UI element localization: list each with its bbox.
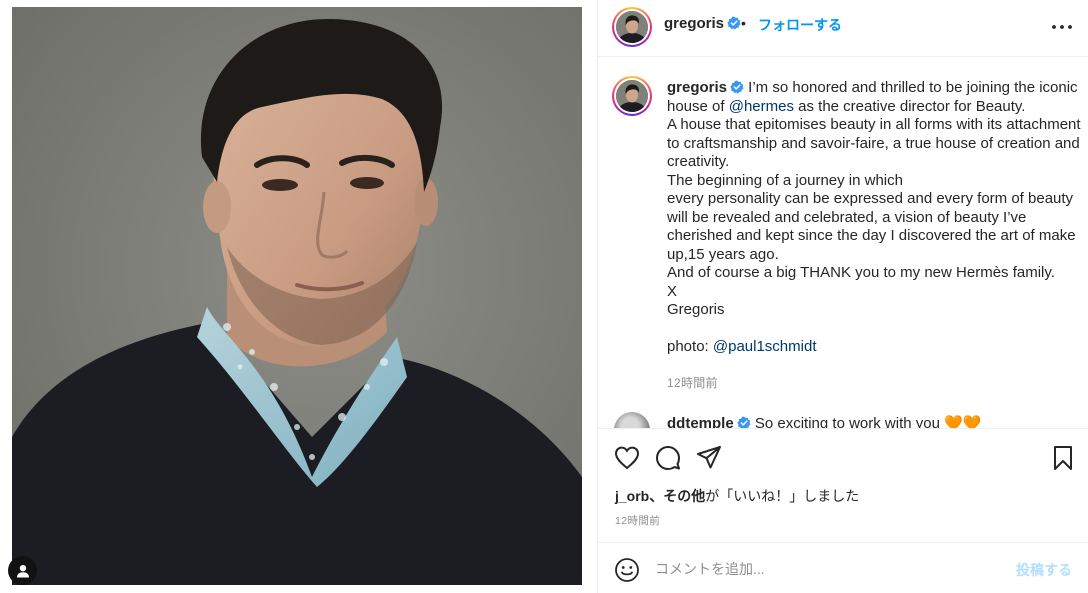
follow-button[interactable]: フォローする [758, 15, 842, 35]
more-horizontal-icon[interactable] [1050, 18, 1074, 36]
caption-photo-credit: photo: @paul1schmidt [667, 338, 1081, 357]
post-header: gregoris • フォローする [598, 0, 1088, 57]
author-avatar[interactable] [612, 7, 652, 47]
likes-summary: j_orb、その他が「いいね！」しました [615, 486, 859, 506]
caption-line: And of course a big THANK you to my new … [667, 264, 1055, 281]
comment-text: So exciting to work with you 🧡🧡 [754, 415, 982, 428]
post-photo[interactable] [12, 7, 582, 585]
post-comment-button[interactable]: 投稿する [1016, 560, 1072, 580]
post-caption: gregoris I’m so honored and thrilled to … [667, 79, 1081, 357]
add-comment-bar: 投稿する [598, 542, 1088, 593]
avatar-image [616, 80, 648, 112]
user-icon [16, 564, 29, 577]
mention-photographer-link[interactable]: @paul1schmidt [713, 338, 817, 355]
likes-suffix: が「いいね！」しました [705, 488, 860, 504]
paper-plane-icon[interactable] [696, 445, 722, 471]
commenter-avatar[interactable] [614, 412, 650, 428]
caption-line: X [667, 282, 678, 300]
comment-input[interactable] [655, 556, 995, 582]
caption-line: The beginning of a journey in which [667, 171, 903, 189]
post-timestamp: 12時間前 [615, 515, 661, 527]
emoji-icon[interactable] [614, 557, 640, 583]
tagged-user-button[interactable] [8, 556, 37, 585]
author-username[interactable]: gregoris [664, 15, 741, 32]
comment-icon[interactable] [655, 445, 681, 471]
verified-badge-icon [730, 80, 744, 94]
commenter-username[interactable]: ddtemple [667, 415, 734, 428]
portrait-illustration [12, 7, 582, 585]
likes-users-link[interactable]: j_orb、その他 [615, 488, 705, 504]
caption-author-avatar[interactable] [612, 76, 652, 116]
caption-line: A house that epitomises beauty in all fo… [667, 116, 1081, 170]
comment-item: ddtemple So exciting to work with you 🧡🧡 [667, 414, 981, 428]
mention-hermes-link[interactable]: @hermes [729, 98, 794, 115]
comments-section[interactable]: gregoris I’m so honored and thrilled to … [598, 57, 1088, 428]
caption-username[interactable]: gregoris [667, 79, 727, 96]
author-username-text: gregoris [664, 15, 725, 32]
post-actions: j_orb、その他が「いいね！」しました 12時間前 [598, 428, 1088, 542]
photo-credit-label: photo: [667, 338, 713, 355]
caption-line: every personality can be expressed and e… [667, 190, 1076, 263]
verified-badge-icon [727, 16, 741, 30]
separator-dot: • [741, 15, 746, 31]
bookmark-icon[interactable] [1050, 445, 1076, 471]
heart-icon[interactable] [614, 445, 640, 471]
caption-line: Gregoris [667, 301, 725, 318]
post-sidebar: gregoris • フォローする gregoris I’m so honore… [597, 0, 1088, 593]
verified-badge-icon [736, 416, 751, 428]
avatar-image [616, 11, 648, 43]
caption-timestamp: 12時間前 [667, 376, 718, 390]
caption-text-part2: as the creative director for Beauty. [793, 97, 1026, 115]
photo-pane [0, 0, 597, 593]
